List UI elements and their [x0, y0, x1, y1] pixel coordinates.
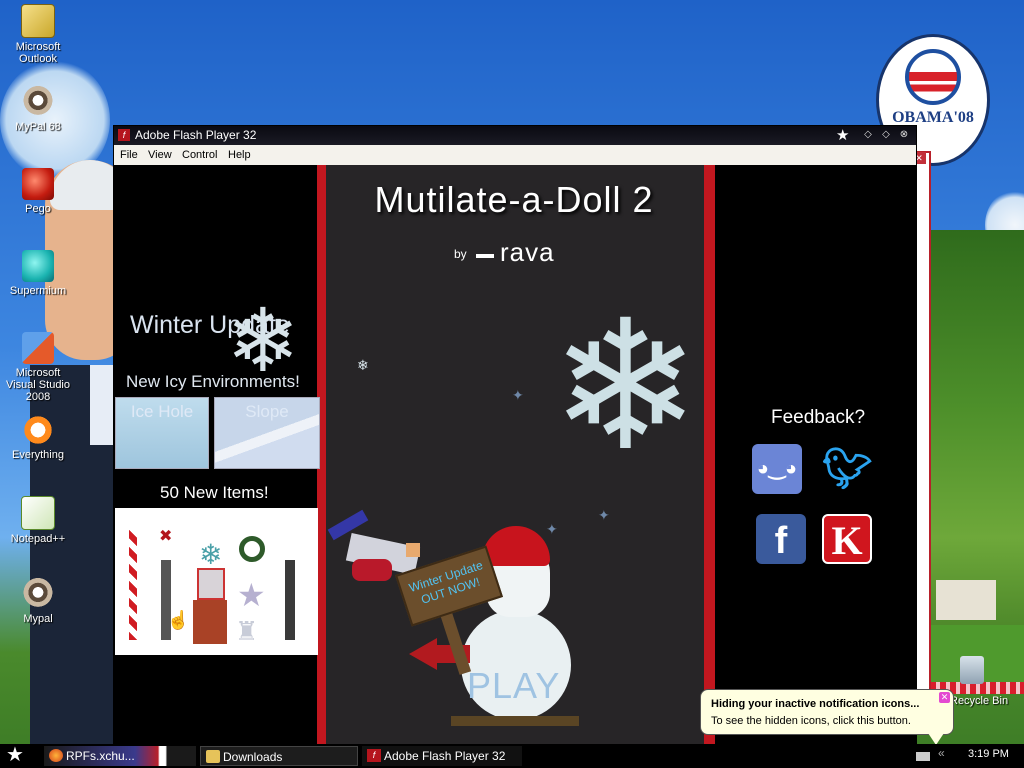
desktop-icon-label: Microsoft Visual Studio 2008: [5, 367, 70, 403]
red-arrow-head: [409, 638, 437, 670]
keyboard-icon[interactable]: [916, 752, 930, 761]
author-name: rava: [500, 237, 555, 267]
desktop-house: [936, 580, 996, 620]
nutcracker-icon: [285, 560, 295, 640]
game-canvas[interactable]: Mutilate-a-Doll 2 by rava Winter Update …: [114, 165, 916, 746]
desktop-icon-label: Microsoft Outlook: [15, 41, 61, 65]
ice-castle-icon: ♜: [235, 616, 259, 646]
folder-icon: [206, 750, 220, 763]
chimney-icon: [193, 600, 227, 644]
close-icon[interactable]: ✕: [939, 692, 950, 703]
snowflake-icon: ❄: [357, 357, 369, 373]
taskbar-item-label: RPFs.xchu...: [66, 749, 135, 763]
notepadpp-icon: [21, 496, 55, 530]
cursor-hand-icon: ☝: [167, 610, 190, 630]
clock[interactable]: 3:19 PM: [968, 748, 1009, 760]
flash-player-window[interactable]: f Adobe Flash Player 32 ★ ◇ ◇ ⊗ File Vie…: [113, 125, 917, 747]
star-icon: ✦: [598, 507, 610, 523]
star-icon: ✦: [512, 387, 524, 403]
taskbar-item-label: Downloads: [223, 750, 283, 764]
desktop-icon-label: Mypal: [23, 613, 53, 625]
taskbar-item-downloads[interactable]: Downloads: [200, 746, 358, 766]
desktop-icon-visual-studio[interactable]: Microsoft Visual Studio 2008: [0, 332, 76, 403]
desktop-icon-everything[interactable]: Everything: [0, 414, 76, 461]
window-title: Adobe Flash Player 32: [135, 128, 257, 142]
show-hidden-icons-button[interactable]: «: [938, 746, 945, 760]
desktop-icon-mypal68[interactable]: MyPal 68: [0, 86, 76, 133]
taskbar: ★ RPFs.xchu... Downloads f Adobe Flash P…: [0, 744, 1024, 768]
desktop-icon-supermium[interactable]: Supermium: [0, 250, 76, 297]
by-label: by: [454, 247, 467, 261]
firefox-icon: [49, 749, 63, 762]
menu-view[interactable]: View: [148, 149, 172, 161]
star-icon[interactable]: ★: [836, 126, 849, 144]
close-button[interactable]: ⊗: [898, 129, 910, 141]
flash-icon: f: [367, 749, 381, 762]
stage-border-right: [704, 165, 715, 746]
desktop-icon-label: Everything: [12, 449, 64, 461]
menu-help[interactable]: Help: [228, 149, 251, 161]
gift-icon: [197, 568, 225, 600]
author-logo-mark: [476, 254, 494, 258]
play-button[interactable]: PLAY: [467, 665, 560, 707]
taskbar-item-label: Adobe Flash Player 32: [384, 749, 506, 763]
everything-icon: [22, 414, 54, 446]
environment-ice-hole[interactable]: Ice Hole: [115, 397, 209, 469]
new-items-preview: ✖ ❄ ★ ♜ ☝: [115, 508, 318, 655]
sled: [451, 716, 579, 726]
wreath-icon: [239, 536, 265, 562]
facebook-icon[interactable]: f: [756, 514, 806, 564]
ornament-icon: ❄: [199, 539, 223, 570]
star-icon: ★: [237, 577, 266, 613]
snowflake-icon: ❄: [550, 286, 701, 487]
notification-body: To see the hidden icons, click this butt…: [711, 715, 911, 727]
start-button[interactable]: ★: [6, 744, 36, 768]
recycle-bin-label: Recycle Bin: [950, 695, 1009, 707]
menu-control[interactable]: Control: [182, 149, 217, 161]
flash-icon: f: [118, 129, 130, 141]
twitter-icon[interactable]: 🐦︎: [822, 444, 873, 494]
maximize-button[interactable]: ◇: [880, 129, 892, 141]
new-items-heading: 50 New Items!: [160, 483, 269, 502]
desktop-icon-outlook[interactable]: Microsoft Outlook: [0, 4, 76, 65]
desktop-icon-pego[interactable]: Pego: [0, 168, 76, 215]
pego-icon: [22, 168, 54, 200]
desktop-icon-notepadpp[interactable]: Notepad++: [0, 496, 76, 545]
candy-cane-icon: [129, 530, 137, 640]
game-title: Mutilate-a-Doll 2: [374, 179, 654, 220]
campaign-logo: [905, 49, 961, 105]
desktop-icon-mypal[interactable]: Mypal: [0, 578, 76, 625]
star-icon: ✦: [546, 521, 558, 537]
raccoon-icon: [22, 86, 54, 118]
notification-balloon[interactable]: Hiding your inactive notification icons.…: [700, 689, 954, 735]
menu-bar: File View Control Help: [114, 145, 916, 165]
kongregate-icon[interactable]: K: [822, 514, 872, 564]
taskbar-item-firefox[interactable]: RPFs.xchu...: [44, 746, 196, 766]
environment-slope[interactable]: Slope: [214, 397, 320, 469]
environment-label: Ice Hole: [130, 402, 194, 421]
icy-environments-heading: New Icy Environments!: [126, 372, 300, 391]
taskbar-item-flash[interactable]: f Adobe Flash Player 32: [362, 746, 522, 766]
notification-title: Hiding your inactive notification icons.…: [711, 698, 920, 710]
discord-icon[interactable]: ◕‿◕: [752, 444, 802, 494]
desktop-icon-label: Notepad++: [10, 533, 66, 545]
environment-label: Slope: [245, 402, 289, 421]
bow-icon: ✖: [159, 528, 173, 545]
desktop-icon-label: MyPal 68: [15, 121, 61, 133]
feedback-heading: Feedback?: [771, 407, 866, 428]
desktop-icon-label: Pego: [25, 203, 51, 215]
window-titlebar[interactable]: f Adobe Flash Player 32 ★ ◇ ◇ ⊗: [114, 126, 916, 145]
minimize-button[interactable]: ◇: [862, 129, 874, 141]
outlook-icon: [21, 4, 55, 38]
recycle-bin-icon[interactable]: [960, 656, 984, 684]
supermium-icon: [22, 250, 54, 282]
raccoon-icon: [22, 578, 54, 610]
visual-studio-icon: [22, 332, 54, 364]
menu-file[interactable]: File: [120, 149, 138, 161]
desktop-icon-label: Supermium: [9, 285, 67, 297]
